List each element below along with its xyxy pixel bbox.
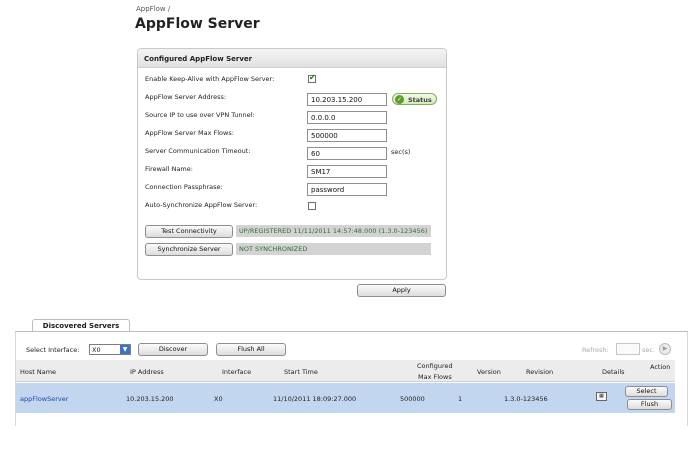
column-revision: Revision bbox=[526, 368, 554, 376]
servers-table-header: Host Name IP Address Interface Start Tim… bbox=[16, 360, 675, 382]
discover-button[interactable]: Discover bbox=[138, 343, 208, 356]
refresh-interval-input[interactable] bbox=[616, 343, 640, 355]
timeout-field[interactable]: 60 bbox=[307, 147, 387, 160]
row-host-name[interactable]: appFlowServer bbox=[20, 395, 68, 403]
keepalive-label: Enable Keep-Alive with AppFlow Server: bbox=[145, 75, 275, 83]
column-action: Action bbox=[650, 363, 671, 371]
keepalive-checkbox[interactable]: ✔ bbox=[308, 73, 316, 83]
timeout-unit: sec(s) bbox=[391, 148, 411, 156]
test-connectivity-result: UP/REGISTERED 11/11/2011 14:57:48.000 (1… bbox=[236, 225, 431, 237]
column-version: Version bbox=[477, 368, 501, 376]
config-panel-header: Configured AppFlow Server bbox=[138, 49, 446, 68]
play-icon[interactable]: ▶ bbox=[659, 343, 671, 355]
auto-sync-checkbox[interactable] bbox=[308, 202, 316, 210]
column-host-name: Host Name bbox=[20, 368, 57, 376]
status-button[interactable]: ✓ Status bbox=[392, 93, 437, 105]
column-ip-address: IP Address bbox=[130, 368, 164, 376]
server-address-label: AppFlow Server Address: bbox=[145, 93, 227, 101]
chevron-down-icon: ▼ bbox=[120, 345, 130, 354]
interface-select[interactable]: X0 ▼ bbox=[89, 344, 131, 355]
column-details: Details bbox=[602, 368, 625, 376]
row-interface: X0 bbox=[214, 395, 223, 403]
flush-button[interactable]: Flush bbox=[627, 399, 672, 410]
refresh-unit: sec. bbox=[642, 346, 656, 354]
firewall-name-field[interactable]: SM17 bbox=[307, 165, 387, 178]
select-button[interactable]: Select bbox=[625, 386, 668, 397]
page-title: AppFlow Server bbox=[135, 16, 260, 32]
check-circle-icon: ✓ bbox=[395, 95, 404, 104]
status-button-label: Status bbox=[408, 96, 432, 104]
table-row[interactable]: appFlowServer 10.203.15.200 X0 11/10/201… bbox=[16, 383, 675, 413]
timeout-label: Server Communication Timeout: bbox=[145, 147, 251, 155]
column-max-flows-line1: Configured bbox=[417, 362, 453, 370]
breadcrumb[interactable]: AppFlow / bbox=[136, 5, 170, 13]
row-ip-address: 10.203.15.200 bbox=[126, 395, 174, 403]
details-chart-icon[interactable]: ▦ bbox=[596, 392, 607, 401]
select-interface-label: Select Interface: bbox=[26, 346, 80, 354]
row-max-flows: 500000 bbox=[400, 395, 425, 403]
column-max-flows-line2: Max Flows bbox=[418, 373, 452, 381]
max-flows-field[interactable]: 500000 bbox=[307, 129, 387, 142]
checkmark-icon: ✔ bbox=[309, 73, 316, 82]
server-address-field[interactable]: 10.203.15.200 bbox=[307, 93, 387, 106]
source-ip-label: Source IP to use over VPN Tunnel: bbox=[145, 111, 255, 119]
auto-sync-label: Auto-Synchronize AppFlow Server: bbox=[145, 201, 258, 209]
column-start-time: Start Time bbox=[284, 368, 318, 376]
column-interface: Interface bbox=[222, 368, 252, 376]
max-flows-label: AppFlow Server Max Flows: bbox=[145, 129, 234, 137]
firewall-name-label: Firewall Name: bbox=[145, 165, 193, 173]
passphrase-label: Connection Passphrase: bbox=[145, 183, 223, 191]
row-version: 1 bbox=[458, 395, 463, 403]
test-connectivity-button[interactable]: Test Connectivity bbox=[145, 225, 233, 238]
refresh-label: Refresh: bbox=[582, 346, 609, 354]
sync-result: NOT SYNCHRONIZED bbox=[236, 243, 431, 255]
passphrase-field[interactable]: password bbox=[307, 183, 387, 196]
flush-all-button[interactable]: Flush All bbox=[216, 343, 286, 356]
source-ip-field[interactable]: 0.0.0.0 bbox=[307, 111, 387, 124]
row-revision: 1.3.0-123456 bbox=[504, 395, 548, 403]
synchronize-server-button[interactable]: Synchronize Server bbox=[145, 243, 233, 256]
row-start-time: 11/10/2011 18:09:27.000 bbox=[273, 395, 357, 403]
apply-button[interactable]: Apply bbox=[357, 284, 446, 297]
interface-select-value: X0 bbox=[92, 346, 101, 354]
